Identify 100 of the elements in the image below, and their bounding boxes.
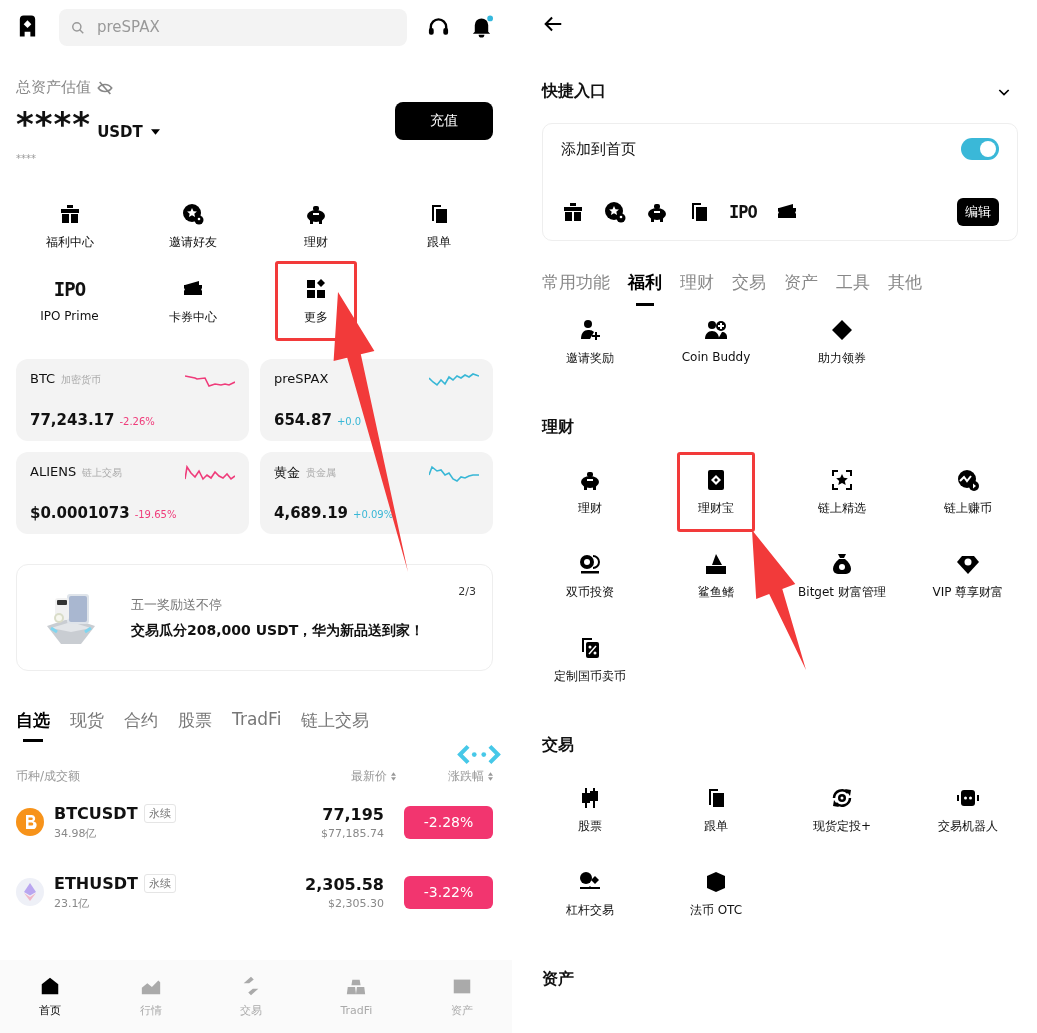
feature-item[interactable]: 现货定投+: [808, 782, 876, 845]
feature-item[interactable]: 定制国币卖币: [550, 632, 630, 695]
last-price: 2,305.58: [305, 874, 384, 894]
section-title: 理财: [542, 417, 575, 438]
section-title: 资产: [542, 969, 575, 990]
chart-coin-icon: [956, 468, 980, 492]
promo-subtitle: 五一奖励送不停: [131, 595, 223, 614]
column-header: 币种/成交额: [16, 767, 81, 785]
feature-item[interactable]: 股票: [574, 782, 606, 845]
toggle-switch[interactable]: [961, 138, 999, 160]
shortcut-item[interactable]: 邀请好友: [131, 192, 254, 267]
volume-text: 34.98亿: [54, 825, 98, 841]
promo-title: 交易瓜分208,000 USDT，华为新品送到家！: [131, 621, 425, 640]
feature-item[interactable]: 杠杆交易: [562, 866, 618, 929]
category-tab[interactable]: 常用功能: [542, 271, 610, 306]
market-tab[interactable]: 合约: [124, 709, 158, 745]
price-change: +0.0: [336, 416, 362, 427]
asset-price: $0.0001073: [30, 504, 130, 522]
feature-item[interactable]: 链上精选: [814, 464, 870, 527]
balance-amount: ****: [16, 107, 92, 141]
sort-icon[interactable]: [488, 771, 493, 781]
shortcut-item[interactable]: 跟单: [377, 192, 500, 267]
asset-name: ALIENS: [30, 464, 77, 479]
market-tab[interactable]: 链上交易: [301, 709, 370, 745]
nav-tab[interactable]: 首页: [39, 975, 62, 1018]
pair-symbol: BTCUSDT: [54, 803, 138, 823]
total-assets-label: 总资产估值: [16, 78, 91, 97]
asset-name: 黄金: [274, 464, 300, 482]
feature-item[interactable]: 双币投资: [562, 548, 618, 611]
section-title: 快捷入口: [542, 81, 606, 102]
category-tab[interactable]: 其他: [888, 271, 922, 306]
asset-category: 贵金属: [306, 466, 336, 480]
notification-icon[interactable]: [470, 15, 493, 39]
balance-secondary: ****: [16, 153, 37, 164]
coin-icon: [16, 808, 44, 836]
search-field[interactable]: preSPAX: [59, 8, 407, 46]
currency-selector[interactable]: USDT: [97, 123, 143, 141]
market-tab[interactable]: TradFi: [232, 709, 282, 745]
caret-icon[interactable]: [150, 129, 160, 135]
feature-item[interactable]: VIP 尊享财富: [928, 548, 1008, 611]
coins-icon: [578, 552, 602, 576]
asset-category: 加密货币: [61, 373, 102, 387]
market-tab[interactable]: 股票: [178, 709, 212, 745]
feature-item[interactable]: 跟单: [700, 782, 732, 845]
ipo-icon: IPO: [729, 200, 757, 224]
feature-item[interactable]: 邀请奖励: [562, 314, 618, 377]
category-tab[interactable]: 理财: [680, 271, 714, 306]
market-tab[interactable]: 现货: [70, 709, 104, 745]
sparkline: [185, 464, 235, 482]
category-tab[interactable]: 福利: [628, 271, 662, 306]
category-tab[interactable]: 资产: [784, 271, 818, 306]
deposit-button[interactable]: 充值: [395, 102, 493, 140]
shortcut-item[interactable]: 福利中心: [8, 192, 131, 267]
contract-tag: 永续: [143, 873, 176, 893]
gift-icon: [561, 200, 585, 224]
search-icon: [71, 20, 85, 35]
asset-name: BTC: [30, 371, 56, 386]
shortcut-item[interactable]: IPO IPO Prime: [8, 267, 131, 342]
volume-text: 23.1亿: [54, 895, 91, 911]
price-change: -2.26%: [119, 416, 155, 427]
feature-item[interactable]: 交易机器人: [934, 782, 1002, 845]
star-badge-icon: [180, 202, 205, 226]
hide-balance-icon[interactable]: [97, 79, 113, 96]
fin-wave-icon: [704, 552, 728, 576]
last-price: 77,195: [322, 804, 384, 824]
feature-item[interactable]: 鲨鱼鳍: [694, 548, 738, 611]
asset-price: 4,689.19: [274, 504, 349, 522]
feature-item[interactable]: 链上赚币: [940, 464, 996, 527]
market-card[interactable]: BTC 加密货币 77,243.17 -2.26%: [16, 359, 249, 441]
feature-item[interactable]: Bitget 财富管理: [794, 548, 890, 611]
scan-star-icon: [830, 468, 854, 492]
feature-item[interactable]: 理财: [574, 464, 606, 527]
market-card[interactable]: 黄金 贵金属 4,689.19 +0.09%: [260, 452, 493, 534]
feature-item[interactable]: Coin Buddy: [677, 314, 755, 377]
page-indicator: 2/3: [458, 585, 476, 598]
category-tab[interactable]: 工具: [836, 271, 870, 306]
category-tab[interactable]: 交易: [732, 271, 766, 306]
asset-price: 654.87: [274, 411, 332, 429]
price-usd: $77,185.74: [321, 826, 384, 840]
money-bag-icon: [830, 552, 854, 576]
asset-name: preSPAX: [274, 371, 329, 386]
coin-icon: [16, 878, 44, 906]
section-title: 交易: [542, 735, 575, 756]
contract-tag: 永续: [143, 803, 176, 823]
shortcut-item[interactable]: 卡券中心: [131, 267, 254, 342]
promo-banner[interactable]: 五一奖励送不停 交易瓜分208,000 USDT，华为新品送到家！ 2/3: [16, 564, 493, 671]
edit-button[interactable]: 编辑: [957, 198, 999, 226]
people-icon: [704, 318, 728, 342]
feature-item[interactable]: 法币 OTC: [685, 866, 747, 929]
feature-item[interactable]: 理财宝: [677, 452, 755, 532]
add-person-icon: [578, 318, 602, 342]
sort-icon[interactable]: [391, 771, 396, 781]
price-change: -19.65%: [134, 509, 177, 520]
asset-price: 77,243.17: [30, 411, 115, 429]
market-tab[interactable]: 自选: [16, 709, 50, 745]
feature-item[interactable]: 助力领券: [814, 314, 870, 377]
market-card[interactable]: preSPAX 654.87 +0.0: [260, 359, 493, 441]
change-badge[interactable]: -2.28%: [404, 805, 493, 839]
change-badge[interactable]: -3.22%: [404, 875, 493, 909]
sparkline: [429, 464, 479, 482]
